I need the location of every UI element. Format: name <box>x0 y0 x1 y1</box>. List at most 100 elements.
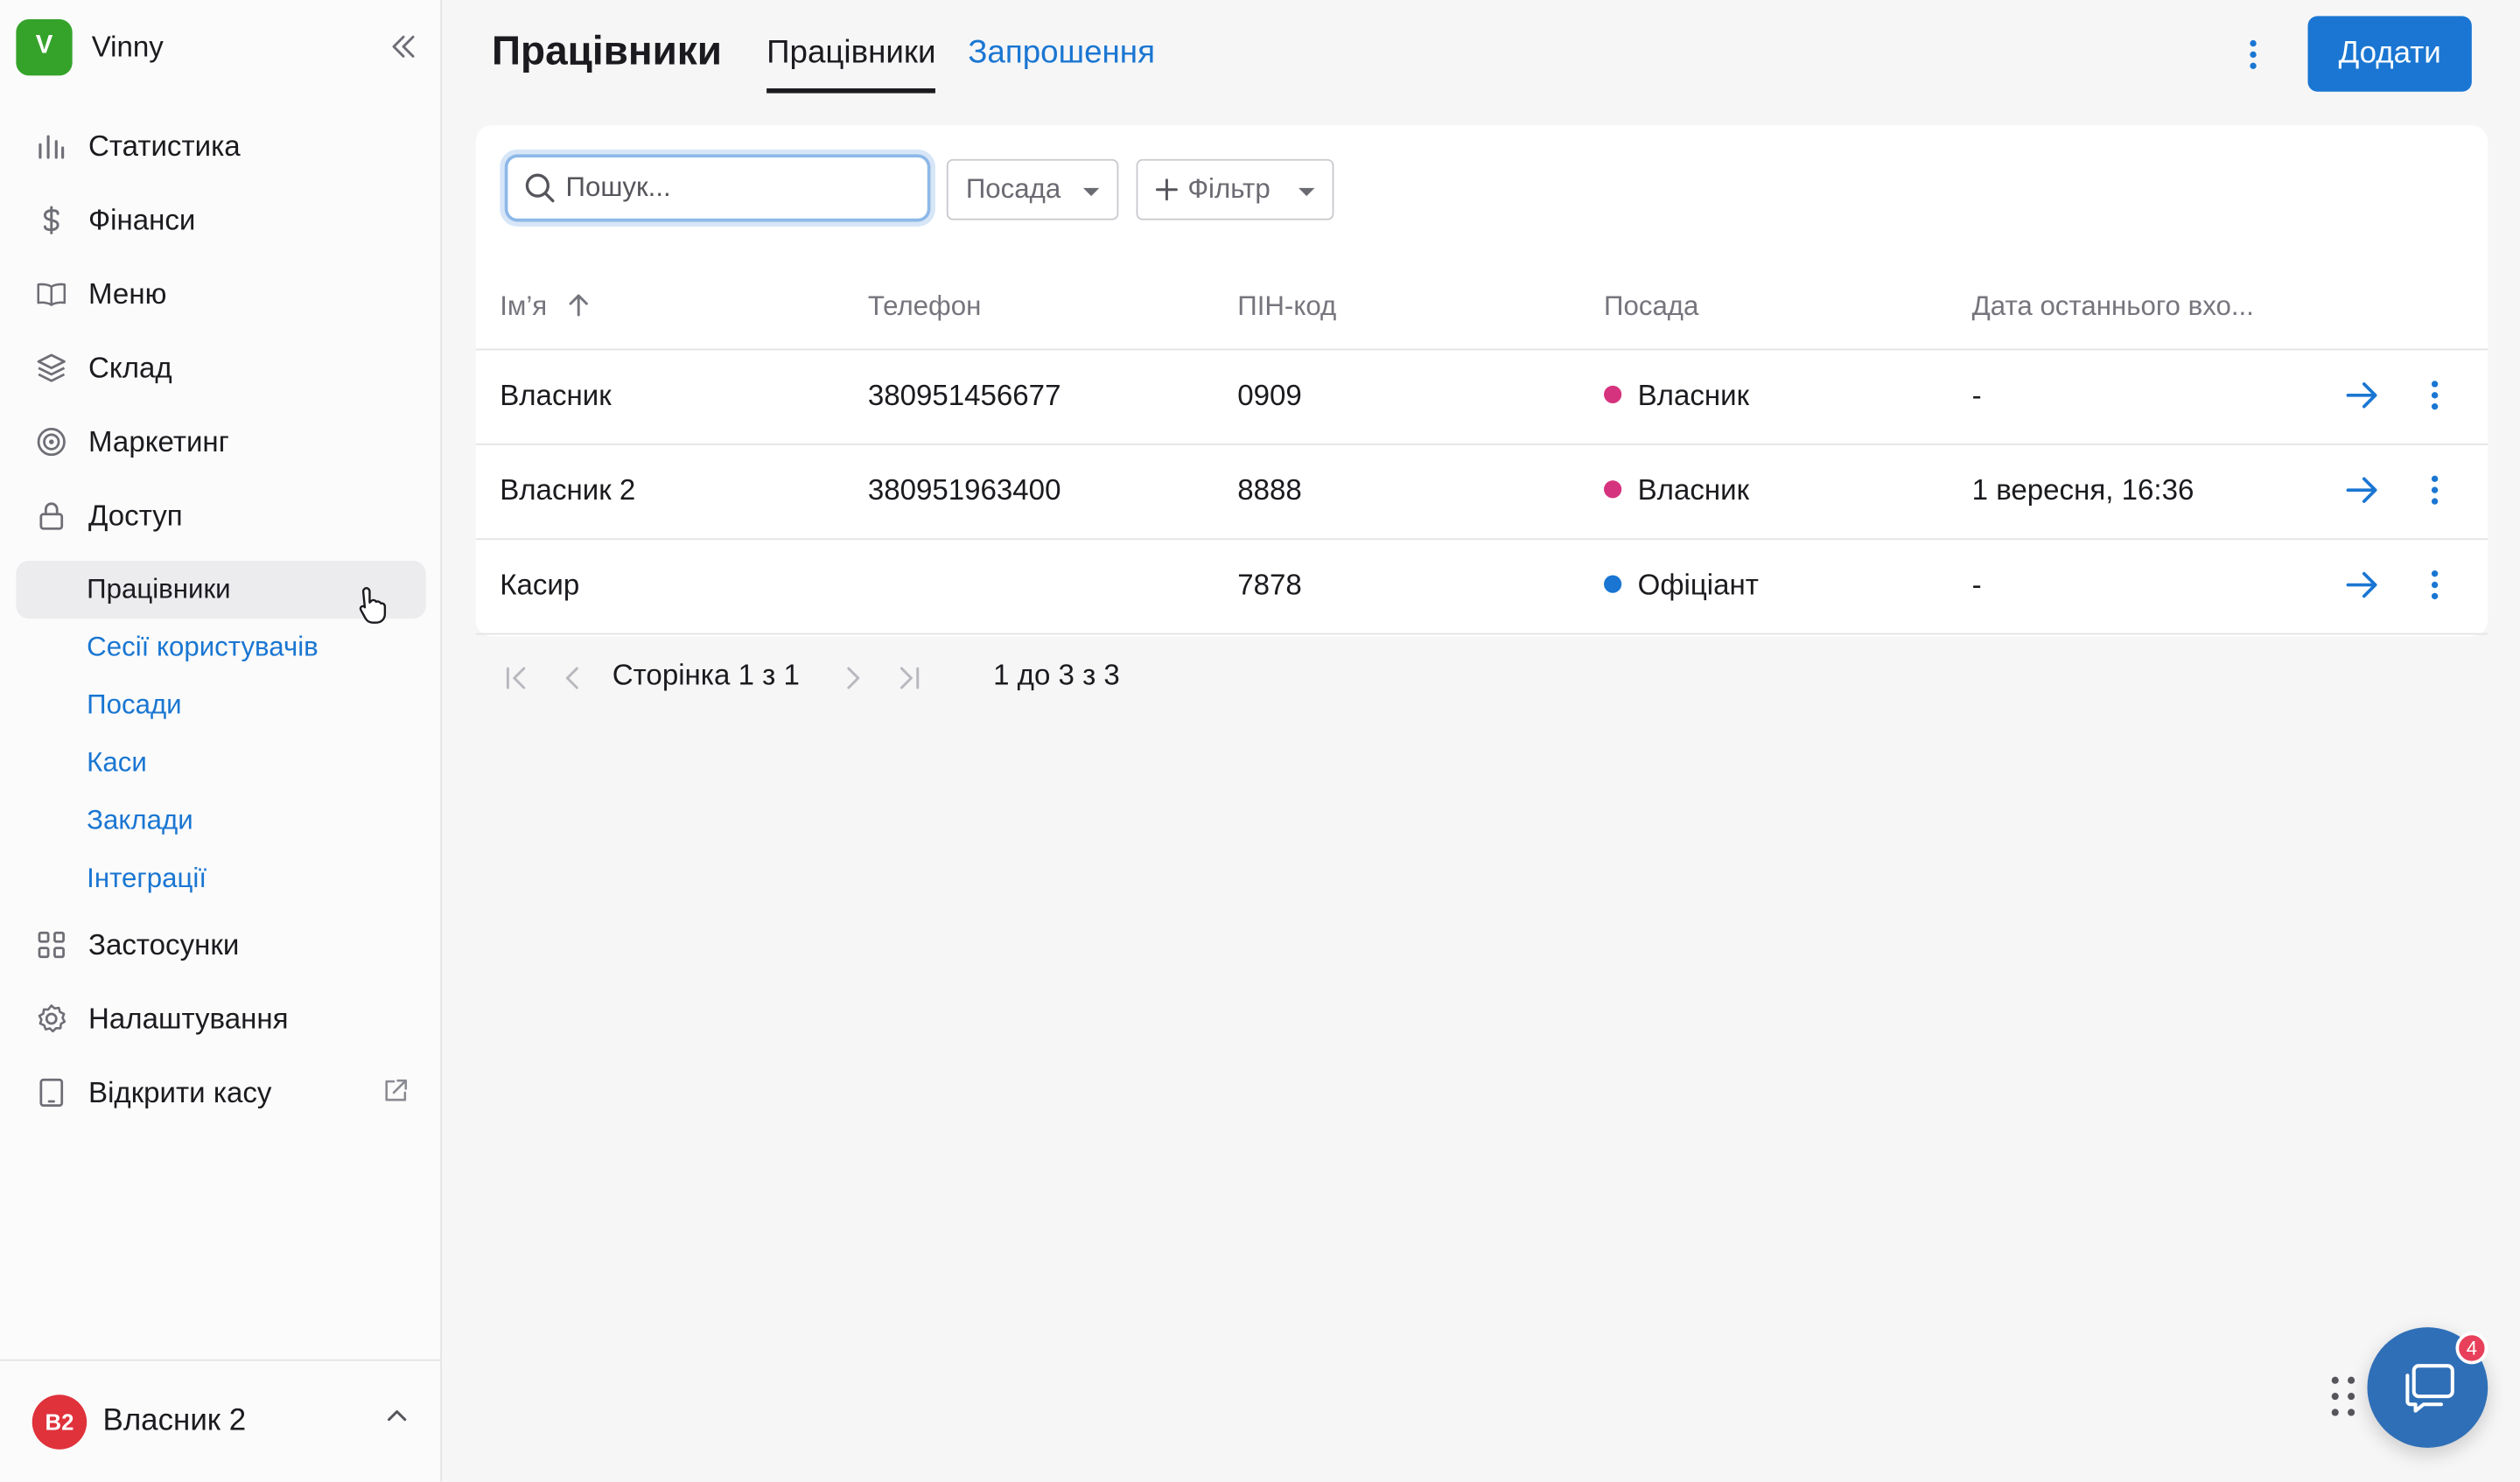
last-page-icon[interactable] <box>899 665 921 699</box>
cell-last-login: - <box>1971 569 1982 601</box>
tabs: Працівники Запрошення <box>766 16 1187 96</box>
caret-down-icon <box>1082 187 1100 197</box>
cell-name: Власник 2 <box>500 473 636 507</box>
search-icon <box>525 173 555 203</box>
kebab-menu-icon[interactable] <box>2430 569 2440 609</box>
add-filter-label: Фільтр <box>1187 173 1270 205</box>
page-title: Працівники <box>492 29 723 74</box>
cell-phone: 380951963400 <box>867 473 1061 507</box>
sidebar-item-apps[interactable]: Застосунки <box>16 908 425 982</box>
target-icon <box>35 426 67 458</box>
position-color-dot <box>1604 385 1622 404</box>
sidebar-subitem-positions[interactable]: Посади <box>16 676 425 734</box>
lock-icon <box>35 500 67 532</box>
table-header: Ім’я Телефон ПІН-код Посада Дата останнь… <box>475 270 2488 351</box>
sidebar-item-settings[interactable]: Налаштування <box>16 982 425 1055</box>
sidebar-item-access[interactable]: Доступ <box>16 479 425 552</box>
position-color-dot <box>1604 575 1622 593</box>
plus-icon <box>1155 178 1178 201</box>
arrow-right-icon[interactable] <box>2345 379 2380 419</box>
sidebar-item-label: Меню <box>88 276 167 310</box>
position-label: Офіціант <box>1637 569 1759 601</box>
sidebar-item-label: Доступ <box>88 499 183 532</box>
add-button[interactable]: Додати <box>2307 16 2472 92</box>
sidebar-item-label: Налаштування <box>88 1002 289 1034</box>
position-label: Власник <box>1637 473 1750 507</box>
double-chevron-left-icon <box>392 35 415 58</box>
table-row[interactable]: Власник 380951456677 0909 Власник - <box>475 350 2488 445</box>
sidebar-item-warehouse[interactable]: Склад <box>16 331 425 404</box>
tab-invitations[interactable]: Запрошення <box>968 16 1155 93</box>
collapse-sidebar-button[interactable] <box>381 24 425 69</box>
search-input[interactable] <box>565 171 887 205</box>
sidebar-subitem-integrations[interactable]: Інтеграції <box>16 850 425 908</box>
kebab-menu-icon[interactable] <box>2430 379 2440 419</box>
brand[interactable]: V Vinny <box>16 17 425 75</box>
drag-handle-icon[interactable] <box>2330 1375 2356 1425</box>
column-header-phone[interactable]: Телефон <box>868 290 982 323</box>
pointer-cursor-icon <box>357 585 389 635</box>
search-box[interactable] <box>504 154 931 222</box>
sidebar-item-statistics[interactable]: Статистика <box>16 109 425 183</box>
position-filter-dropdown[interactable]: Посада <box>946 158 1119 220</box>
sidebar-subitem-venues[interactable]: Заклади <box>16 792 425 849</box>
cell-position: Офіціант <box>1604 569 1759 603</box>
first-page-icon[interactable] <box>505 665 528 699</box>
position-filter-label: Посада <box>965 173 1061 205</box>
cell-name: Власник <box>500 379 612 412</box>
add-filter-dropdown[interactable]: Фільтр <box>1136 158 1334 220</box>
sidebar-item-menu[interactable]: Меню <box>16 257 425 331</box>
grid-icon <box>35 929 67 961</box>
brand-logo: V <box>16 18 73 75</box>
sidebar-item-marketing[interactable]: Маркетинг <box>16 405 425 479</box>
brand-name: Vinny <box>91 29 164 62</box>
sort-ascending-icon <box>569 294 589 317</box>
position-label: Власник <box>1637 379 1750 412</box>
column-header-last-login[interactable]: Дата останнього вхо... <box>1972 290 2254 323</box>
cell-last-login: - <box>1971 379 1982 412</box>
kebab-menu-icon[interactable] <box>2430 474 2440 514</box>
table-row[interactable]: Власник 2 380951963400 8888 Власник 1 ве… <box>475 445 2488 541</box>
tab-employees[interactable]: Працівники <box>766 16 936 94</box>
cell-name: Касир <box>500 569 580 601</box>
chat-button[interactable]: 4 <box>2367 1327 2488 1448</box>
sidebar-item-label: Застосунки <box>88 927 240 961</box>
user-menu[interactable]: В2 Власник 2 <box>0 1359 443 1482</box>
sidebar-item-label: Статистика <box>88 129 241 162</box>
layers-icon <box>35 352 67 384</box>
column-header-name[interactable]: Ім’я <box>500 290 590 323</box>
range-indicator: 1 до 3 з 3 <box>993 659 1120 691</box>
chevron-left-icon[interactable] <box>564 665 580 699</box>
cell-pin: 0909 <box>1237 379 1302 412</box>
chevron-up-icon <box>384 1402 410 1437</box>
arrow-right-icon[interactable] <box>2345 569 2380 609</box>
page-indicator: Сторінка 1 з 1 <box>612 659 800 691</box>
sidebar-item-finance[interactable]: Фінанси <box>16 183 425 256</box>
employees-card: Посада Фільтр Ім’я Телефон ПІН-код Посад… <box>475 125 2488 691</box>
cell-last-login: 1 вересня, 16:36 <box>1971 473 2194 507</box>
tablet-icon <box>35 1077 67 1109</box>
cell-position: Власник <box>1604 474 1749 508</box>
sidebar-item-label: Склад <box>88 351 172 384</box>
kebab-menu-icon <box>2250 39 2257 69</box>
position-color-dot <box>1604 480 1622 499</box>
sidebar-item-open-register[interactable]: Відкрити касу <box>16 1056 425 1129</box>
dollar-icon <box>35 204 67 236</box>
cell-pin: 8888 <box>1237 473 1302 507</box>
more-options-button[interactable] <box>2234 32 2272 77</box>
column-header-position[interactable]: Посада <box>1604 290 1698 323</box>
column-header-label: Ім’я <box>500 290 548 322</box>
main-content: Працівники Працівники Запрошення Додати … <box>444 0 2520 1481</box>
sidebar-subitem-cash-registers[interactable]: Каси <box>16 734 425 792</box>
book-icon <box>35 278 67 311</box>
arrow-right-icon[interactable] <box>2345 474 2380 514</box>
cell-position: Власник <box>1604 379 1749 413</box>
caret-down-icon <box>1298 187 1315 197</box>
chevron-right-icon[interactable] <box>845 665 861 699</box>
pagination: Сторінка 1 з 1 1 до 3 з 3 <box>476 636 2488 720</box>
sidebar-item-label: Відкрити касу <box>88 1075 272 1108</box>
column-header-pin[interactable]: ПІН-код <box>1237 290 1336 323</box>
sidebar-item-label: Фінанси <box>88 203 196 236</box>
sidebar-item-label: Маркетинг <box>88 424 229 458</box>
table-row[interactable]: Касир 7878 Офіціант - <box>475 540 2488 635</box>
